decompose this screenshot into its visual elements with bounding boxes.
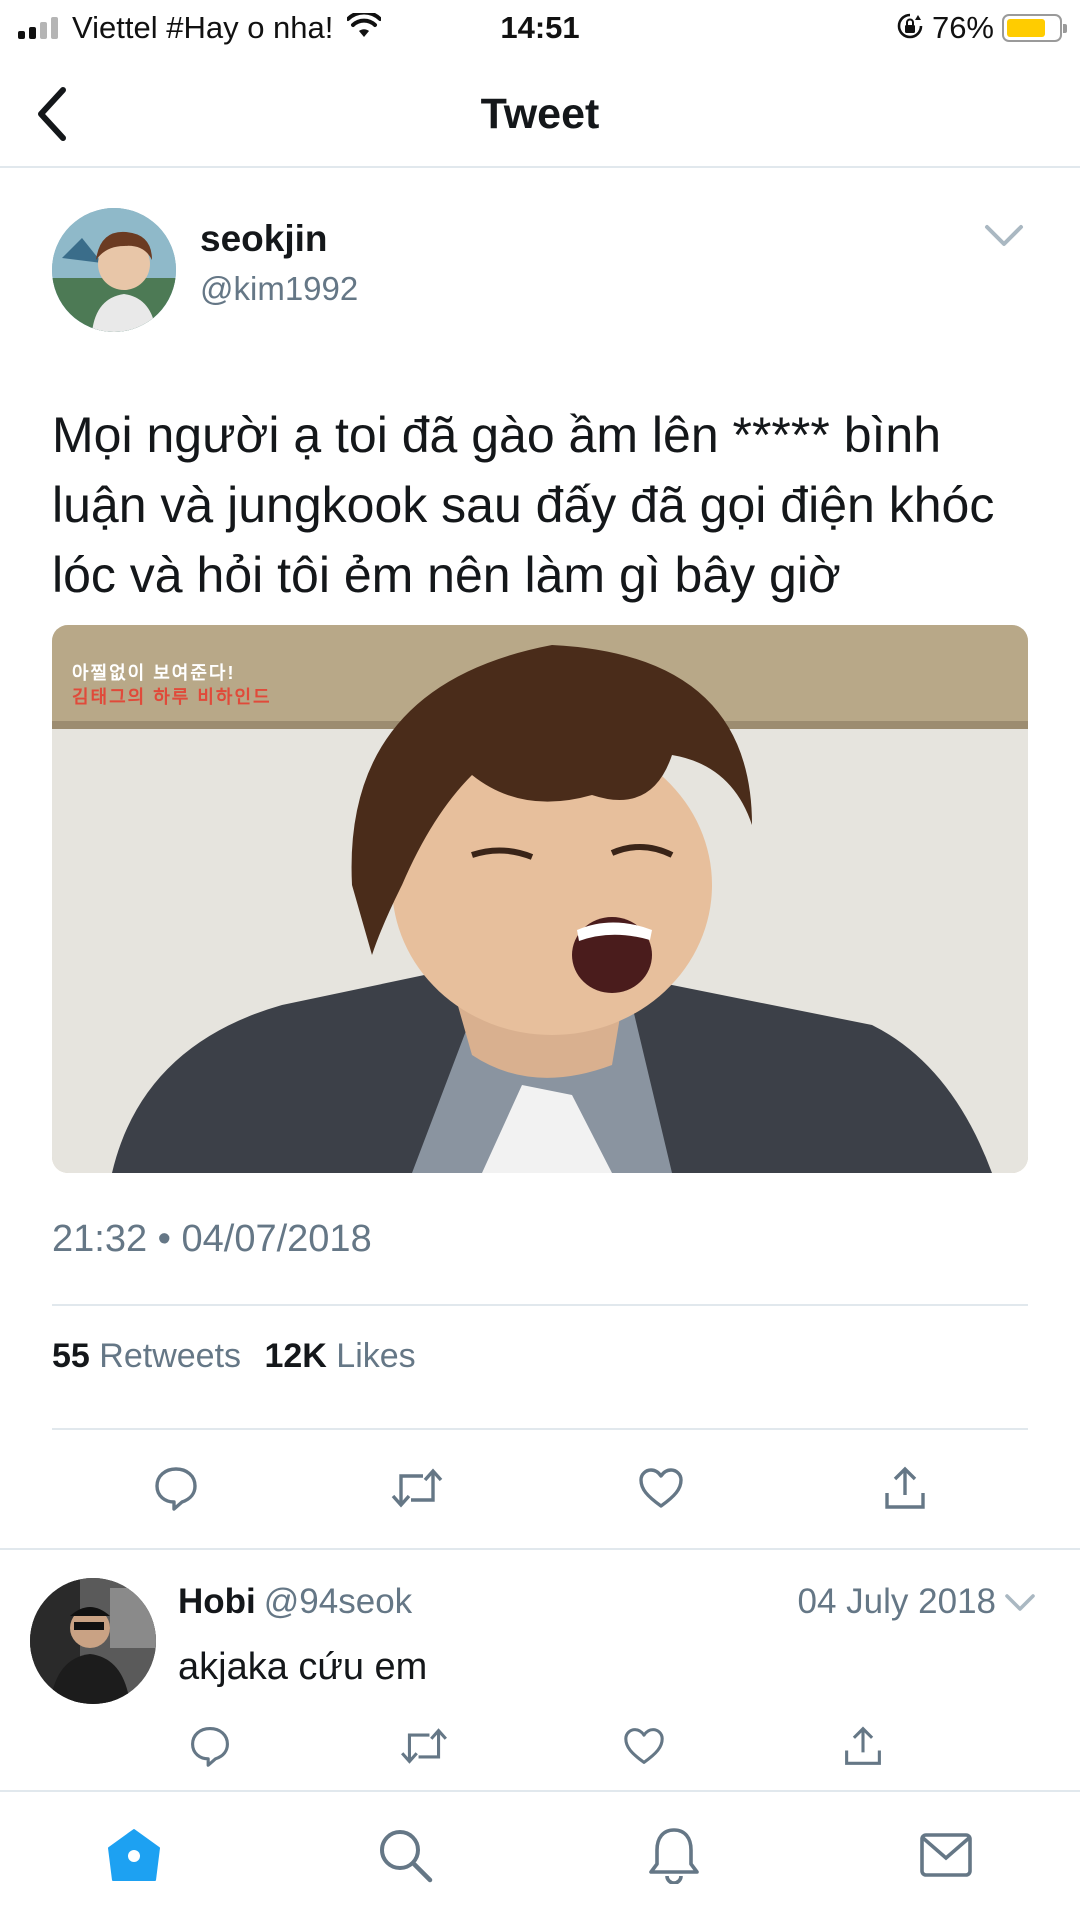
reply-date: 04 July 2018 — [797, 1582, 996, 1621]
image-caption: 아찔없이 보여준다! 김태그의 하루 비하인드 — [72, 661, 272, 709]
reply-avatar[interactable] — [30, 1578, 156, 1704]
image-caption-line1: 아찔없이 보여준다! — [72, 663, 236, 683]
reply-retweet-button[interactable] — [374, 1696, 474, 1796]
likes-label: Likes — [336, 1337, 416, 1375]
notifications-icon — [649, 1828, 699, 1884]
search-icon — [380, 1830, 433, 1883]
reply-reply-button[interactable] — [160, 1696, 260, 1796]
battery-icon — [1002, 14, 1067, 42]
like-icon — [624, 1728, 664, 1764]
tab-messages[interactable] — [896, 1810, 996, 1900]
image-caption-line2: 김태그의 하루 비하인드 — [72, 687, 272, 707]
chevron-down-icon — [985, 225, 1023, 246]
retweet-button[interactable] — [367, 1438, 467, 1538]
tab-notifications[interactable] — [624, 1810, 724, 1900]
author-name[interactable]: seokjin — [200, 218, 328, 260]
tweet-actions — [52, 1438, 1028, 1538]
share-button[interactable] — [855, 1438, 955, 1538]
reply-share-button[interactable] — [813, 1696, 913, 1796]
tweet-author: seokjin @kim1992 — [52, 208, 1032, 333]
section-divider — [0, 1548, 1080, 1550]
retweets-count: 55 — [52, 1337, 90, 1375]
avatar-image — [52, 208, 176, 332]
reply-author-name[interactable]: Hobi — [178, 1582, 256, 1621]
divider — [52, 1428, 1028, 1430]
divider — [52, 1304, 1028, 1306]
status-bar: Viettel #Hay o nha! 14:51 76% — [0, 0, 1080, 60]
reply-actions — [160, 1696, 920, 1796]
retweet-icon — [401, 1728, 447, 1764]
reply-menu-button[interactable] — [1000, 1586, 1040, 1620]
tab-bar — [0, 1790, 1080, 1920]
like-icon — [639, 1468, 683, 1508]
likes-stat[interactable]: 12K Likes — [264, 1337, 415, 1375]
tab-home[interactable] — [84, 1810, 184, 1900]
reply-avatar-image — [30, 1578, 156, 1704]
reply-author-handle[interactable]: @94seok — [264, 1582, 412, 1621]
reply-header: Hobi @94seok — [178, 1580, 412, 1624]
reply-icon — [191, 1727, 229, 1767]
chevron-down-icon — [1005, 1594, 1035, 1611]
like-button[interactable] — [611, 1438, 711, 1538]
avatar[interactable] — [52, 208, 176, 332]
status-bar-right: 76% — [896, 8, 1067, 48]
retweets-stat[interactable]: 55 Retweets — [52, 1337, 241, 1375]
battery-fill — [1007, 19, 1045, 37]
messages-icon — [920, 1833, 972, 1877]
reply-text: akjaka cứu em — [178, 1646, 428, 1688]
orientation-lock-icon — [896, 12, 924, 45]
nav-header: Tweet — [0, 60, 1080, 168]
author-handle[interactable]: @kim1992 — [200, 270, 358, 308]
reply-like-button[interactable] — [594, 1696, 694, 1796]
tweet-text: Mọi người ạ toi đã gào ầm lên ***** bình… — [52, 407, 995, 603]
likes-count: 12K — [264, 1337, 327, 1375]
tweet-image[interactable]: 아찔없이 보여준다! 김태그의 하루 비하인드 — [52, 625, 1028, 1173]
battery-percent: 76% — [931, 10, 994, 45]
retweets-label: Retweets — [99, 1337, 242, 1375]
retweet-icon — [391, 1468, 443, 1508]
reply-icon — [155, 1467, 197, 1511]
tweet-menu-button[interactable] — [976, 216, 1032, 256]
share-icon — [885, 1466, 925, 1509]
tweet-stats: 55 Retweets 12K Likes — [52, 1337, 416, 1376]
reply-button[interactable] — [126, 1438, 226, 1538]
page-title: Tweet — [480, 90, 600, 138]
tab-search[interactable] — [355, 1810, 455, 1900]
home-icon — [108, 1829, 160, 1881]
tweet-timestamp: 21:32 • 04/07/2018 — [52, 1218, 372, 1260]
share-icon — [845, 1726, 881, 1765]
